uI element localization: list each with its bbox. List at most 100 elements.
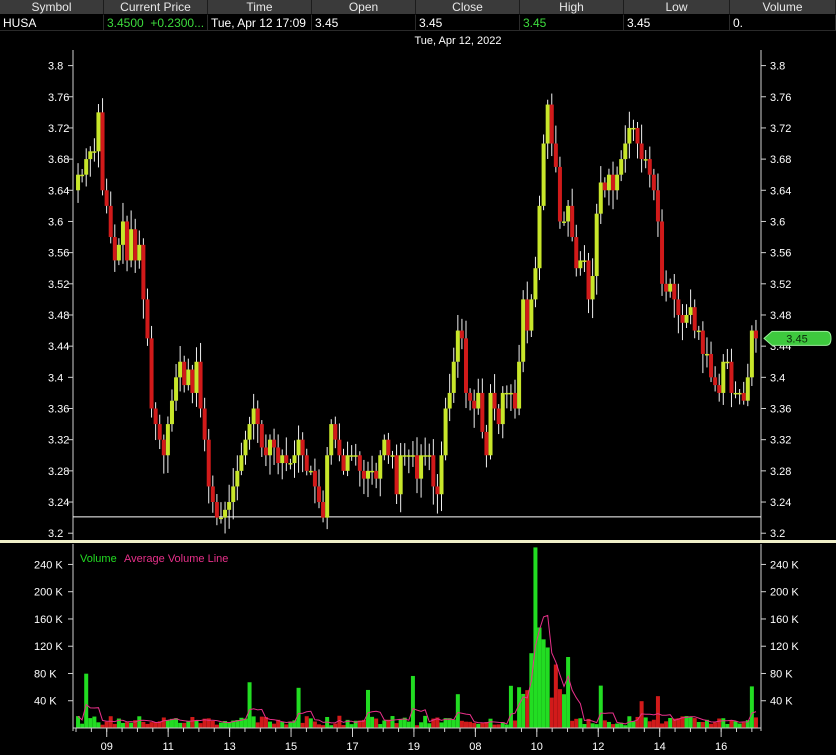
candle-up (427, 455, 432, 457)
vol-tick-label-right: 240 K (770, 559, 799, 571)
price-value: 3.4500 (107, 16, 144, 30)
y-tick-label-left: 3.6 (48, 216, 63, 228)
candlestick-series (76, 93, 758, 534)
volume-bar (496, 724, 501, 728)
candle-down (574, 237, 579, 269)
volume-bar (141, 721, 146, 728)
header-volume[interactable]: Volume (730, 0, 836, 15)
volume-bar (255, 722, 260, 728)
volume-bar (492, 724, 497, 728)
volume-bar (394, 723, 399, 728)
volume-bar (210, 720, 215, 728)
header-high[interactable]: High (520, 0, 624, 15)
candle-down (480, 392, 485, 432)
volume-bar (741, 722, 746, 728)
candle-up (582, 260, 587, 262)
volume-bar (333, 723, 338, 728)
candle-up (504, 392, 509, 395)
candle-down (133, 229, 138, 261)
candle-down (651, 174, 656, 191)
candle-up (296, 439, 301, 456)
candle-up (308, 470, 313, 473)
volume-bar (80, 723, 85, 728)
volume-bar (186, 721, 191, 728)
candle-up (423, 455, 428, 457)
volume-bar (582, 723, 587, 728)
volume-bar (251, 716, 256, 728)
volume-bar (259, 716, 264, 728)
candle-up (92, 151, 97, 153)
quote-row[interactable]: HUSA 3.4500 +0.2300... Tue, Apr 12 17:09… (0, 15, 836, 31)
volume-bar (378, 724, 383, 728)
candle-down (431, 455, 436, 487)
header-close[interactable]: Close (416, 0, 520, 15)
volume-bar (513, 720, 518, 728)
y-tick-label-right: 3.24 (770, 497, 791, 509)
volume-bar (410, 675, 415, 728)
vol-tick-label-left: 80 K (34, 668, 57, 680)
candle-up (704, 353, 709, 356)
y-tick-label-left: 3.4 (48, 372, 63, 384)
candle-down (639, 143, 644, 160)
candle-up (749, 330, 754, 378)
candle-up (223, 509, 228, 518)
header-low[interactable]: Low (624, 0, 730, 15)
header-time[interactable]: Time (208, 0, 312, 15)
candle-down (304, 455, 309, 471)
candle-up (382, 439, 387, 456)
vol-tick-label-right: 200 K (770, 587, 799, 599)
candle-down (284, 455, 289, 464)
candle-up (267, 439, 272, 456)
legend-average-volume-line: Average Volume Line (124, 553, 228, 565)
header-symbol[interactable]: Symbol (0, 0, 104, 15)
volume-bar (570, 720, 575, 728)
volume-bar (165, 720, 170, 728)
candle-up (533, 268, 538, 300)
vol-tick-label-right: 160 K (770, 614, 799, 626)
y-tick-label-right: 3.2 (770, 528, 785, 540)
candle-up (500, 392, 505, 425)
candle-up (349, 455, 354, 457)
candle-up (353, 455, 358, 457)
quote-table-header: Symbol Current Price Time Open Close Hig… (0, 0, 836, 15)
candle-up (443, 408, 448, 456)
header-current-price[interactable]: Current Price (104, 0, 208, 15)
cell-volume: 0. (730, 15, 836, 31)
candle-up (194, 361, 199, 393)
volume-bar (316, 724, 321, 728)
candle-down (206, 439, 211, 487)
candle-up (398, 455, 403, 495)
header-open[interactable]: Open (312, 0, 416, 15)
volume-bar (529, 653, 534, 728)
y-tick-label-left: 3.56 (48, 248, 69, 260)
volume-bar (125, 722, 130, 728)
x-tick-label: 08 (469, 741, 481, 753)
volume-bar (488, 718, 493, 728)
chart-title: Tue, Apr 12, 2022 (414, 35, 501, 47)
volume-bar (611, 724, 616, 728)
candle-down (713, 377, 718, 386)
y-tick-label-left: 3.68 (48, 154, 69, 166)
pane-divider[interactable] (0, 540, 836, 543)
candle-down (472, 400, 477, 409)
volume-bar (423, 715, 428, 728)
volume-bar (651, 719, 656, 728)
candle-down (664, 283, 669, 292)
candle-down (316, 486, 321, 503)
candle-up (545, 104, 550, 144)
volume-bar (574, 718, 579, 728)
time-x-axis: 09 11 13 15 17 19 08 10 12 14 16 (73, 727, 761, 753)
volume-bar (598, 685, 603, 728)
candle-down (672, 283, 677, 300)
candle-up (88, 151, 93, 160)
vol-tick-label-right: 80 K (770, 668, 793, 680)
candle-up (688, 307, 693, 315)
candle-up (186, 369, 191, 386)
candle-up (84, 159, 89, 175)
candle-down (357, 455, 362, 471)
candle-up (447, 392, 452, 409)
candle-down (214, 502, 219, 518)
candle-down (557, 166, 562, 222)
candle-down (611, 174, 616, 191)
price-volume-chart[interactable]: Tue, Apr 12, 2022 3.8 3.76 3.72 3.68 3.64 3.6… (0, 31, 836, 755)
